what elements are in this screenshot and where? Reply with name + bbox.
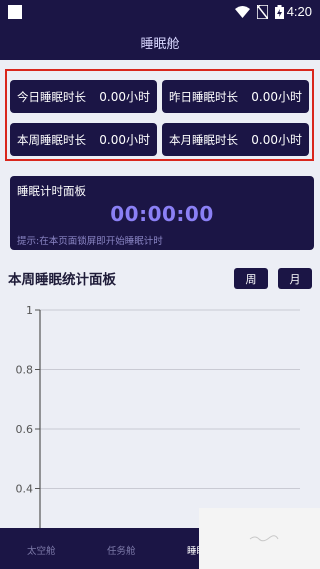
stat-card-this-week: 本周睡眠时长 0.00小时 <box>10 123 157 156</box>
y-tick-label: 1 <box>26 304 33 317</box>
battery-charging-icon <box>275 5 284 19</box>
stat-label-this-month: 本月睡眠时长 <box>169 132 238 147</box>
stat-card-today: 今日睡眠时长 0.00小时 <box>10 80 157 113</box>
nav-space-capsule[interactable]: 太空舱 <box>27 543 56 557</box>
status-icons <box>235 5 284 19</box>
sleep-timer-display: 00:00:00 <box>110 202 214 226</box>
weekly-stats-title: 本周睡眠统计面板 <box>8 272 116 288</box>
nav-task-capsule[interactable]: 任务舱 <box>107 543 136 557</box>
no-sim-icon <box>257 5 268 19</box>
stat-value-today: 0.00小时 <box>99 90 150 104</box>
page-title: 睡眠舱 <box>140 36 180 52</box>
app-header: 睡眠舱 <box>0 24 320 60</box>
weekly-sleep-chart: 1 0.8 0.6 0.4 <box>16 304 300 528</box>
scribble-icon <box>249 535 279 542</box>
stat-card-yesterday: 昨日睡眠时长 0.00小时 <box>162 80 309 113</box>
notification-icon <box>8 5 22 19</box>
stat-label-this-week: 本周睡眠时长 <box>17 132 86 147</box>
wifi-icon <box>235 6 250 18</box>
y-tick-label: 0.6 <box>16 423 34 436</box>
sleep-timer-panel: 睡眠计时面板 00:00:00 提示:在本页面锁屏即开始睡眠计时 <box>10 176 314 250</box>
stat-label-today: 今日睡眠时长 <box>17 89 86 104</box>
stat-value-yesterday: 0.00小时 <box>251 90 302 104</box>
y-tick-label: 0.4 <box>16 483 34 496</box>
y-tick-label: 0.8 <box>16 364 34 377</box>
week-button[interactable]: 周 <box>234 268 268 289</box>
status-bar: 4:20 <box>0 0 320 24</box>
stat-card-this-month: 本月睡眠时长 0.00小时 <box>162 123 309 156</box>
sleep-panel-hint: 提示:在本页面锁屏即开始睡眠计时 <box>17 236 163 247</box>
stat-value-this-month: 0.00小时 <box>251 133 302 147</box>
overlay-panel <box>199 508 320 569</box>
stat-label-yesterday: 昨日睡眠时长 <box>169 89 238 104</box>
clock-time: 4:20 <box>286 4 312 19</box>
sleep-panel-title: 睡眠计时面板 <box>17 184 86 198</box>
stat-value-this-week: 0.00小时 <box>99 133 150 147</box>
month-button[interactable]: 月 <box>278 268 312 289</box>
